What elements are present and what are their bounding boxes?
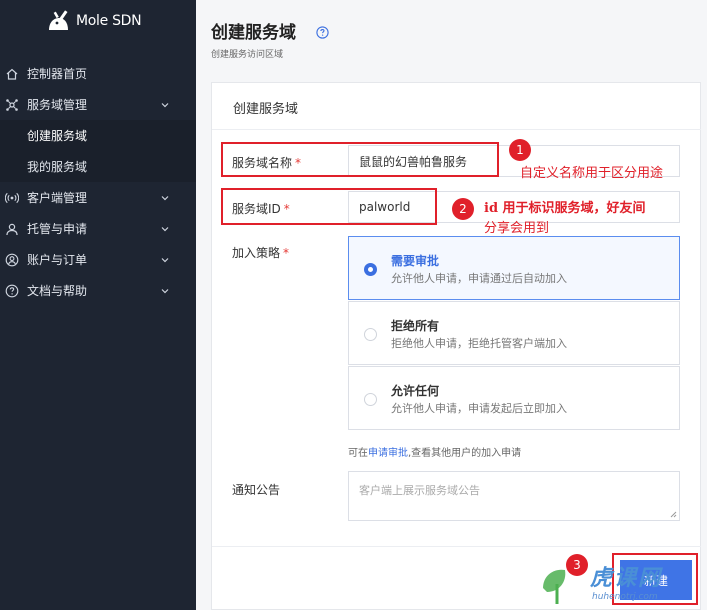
sidebar-item-domain-management[interactable]: 服务域管理: [0, 89, 196, 120]
sidebar-item-my-domains[interactable]: 我的服务域: [0, 151, 196, 182]
divider: [212, 129, 701, 130]
sidebar-item-label: 托管与申请: [27, 222, 88, 236]
sidebar-item-label: 控制器首页: [27, 67, 88, 81]
sidebar-item-label: 文档与帮助: [27, 284, 88, 298]
mole-logo-icon: [46, 8, 72, 34]
broadcast-icon: [4, 190, 20, 206]
app-logo[interactable]: Mole SDN: [46, 6, 142, 36]
policy-option-title: 拒绝所有: [391, 319, 440, 333]
notice-label: 通知公告: [232, 483, 281, 497]
hint-prefix: 可在: [348, 448, 368, 459]
resize-handle-icon[interactable]: [669, 510, 677, 518]
radio-unchecked-icon[interactable]: [364, 328, 377, 341]
annotation-text-1: 自定义名称用于区分用途: [520, 166, 664, 181]
annotation-box-name: [221, 142, 499, 177]
sidebar-item-hosting-applications[interactable]: 托管与申请: [0, 213, 196, 244]
notice-textarea[interactable]: 客户端上展示服务域公告: [348, 471, 680, 521]
chevron-down-icon: [160, 254, 170, 264]
policy-option-require-approval[interactable]: 需要审批 允许他人申请，申请通过后自动加入: [348, 236, 680, 300]
radio-unchecked-icon[interactable]: [364, 393, 377, 406]
sidebar-item-create-domain[interactable]: 创建服务域: [0, 120, 196, 151]
watermark-url: huhenotrj.com: [592, 592, 658, 602]
required-mark: *: [283, 246, 290, 260]
annotation-marker-2: 2: [452, 198, 474, 220]
join-policy-label-text: 加入策略: [232, 246, 281, 260]
join-policy-label: 加入策略 *: [232, 244, 289, 261]
app-name: Mole SDN: [76, 13, 142, 29]
home-icon: [4, 66, 20, 82]
page-title: 创建服务域: [211, 23, 296, 43]
chevron-down-icon: [160, 192, 170, 202]
sidebar-item-label: 服务域管理: [27, 98, 88, 112]
annotation-box-id: [221, 188, 437, 225]
sidebar: Mole SDN 控制器首页 服务域管理 创建服务域 我的服务域 客户端管理 托…: [0, 0, 196, 610]
network-icon: [4, 97, 20, 113]
annotation-marker-1: 1: [509, 139, 531, 161]
sidebar-item-label: 创建服务域: [27, 129, 88, 143]
card-title: 创建服务域: [233, 102, 299, 117]
help-circle-icon: [4, 283, 20, 299]
policy-option-title: 需要审批: [391, 254, 440, 268]
help-icon[interactable]: [316, 24, 329, 39]
divider: [212, 546, 701, 547]
sidebar-item-home[interactable]: 控制器首页: [0, 58, 196, 89]
policy-option-allow-any[interactable]: 允许任何 允许他人申请，申请发起后立即加入: [348, 366, 680, 430]
policy-option-desc: 允许他人申请，申请发起后立即加入: [391, 402, 567, 415]
notice-placeholder: 客户端上展示服务域公告: [359, 484, 480, 497]
chevron-down-icon: [160, 223, 170, 233]
policy-option-title: 允许任何: [391, 384, 440, 398]
account-icon: [4, 252, 20, 268]
sidebar-item-account-orders[interactable]: 账户与订单: [0, 244, 196, 275]
annotation-text-2-line2: 分享会用到: [484, 221, 550, 236]
chevron-down-icon: [160, 99, 170, 109]
sidebar-item-label: 客户端管理: [27, 191, 88, 205]
chevron-down-icon: [160, 285, 170, 295]
radio-checked-icon[interactable]: [364, 263, 377, 276]
policy-option-desc: 拒绝他人申请，拒绝托管客户端加入: [391, 337, 567, 350]
watermark-text: 虎课网: [590, 566, 663, 591]
sidebar-nav: 控制器首页 服务域管理 创建服务域 我的服务域 客户端管理 托管与申请 账户与订…: [0, 58, 196, 306]
policy-option-desc: 允许他人申请，申请通过后自动加入: [391, 272, 567, 285]
page-subtitle: 创建服务访问区域: [211, 50, 284, 60]
annotation-text-2-line1: id 用于标识服务域，好友间: [484, 201, 646, 216]
leaf-logo-icon: [543, 569, 566, 604]
policy-option-reject-all[interactable]: 拒绝所有 拒绝他人申请，拒绝托管客户端加入: [348, 301, 680, 365]
hint-suffix: ,查看其他用户的加入申请: [408, 448, 522, 459]
policy-hint: 可在申请审批,查看其他用户的加入申请: [348, 444, 521, 459]
application-review-link[interactable]: 申请审批: [368, 448, 408, 459]
user-group-icon: [4, 221, 20, 237]
sidebar-item-docs-help[interactable]: 文档与帮助: [0, 275, 196, 306]
sidebar-item-client-management[interactable]: 客户端管理: [0, 182, 196, 213]
sidebar-item-label: 我的服务域: [27, 160, 88, 174]
sidebar-item-label: 账户与订单: [27, 253, 88, 267]
